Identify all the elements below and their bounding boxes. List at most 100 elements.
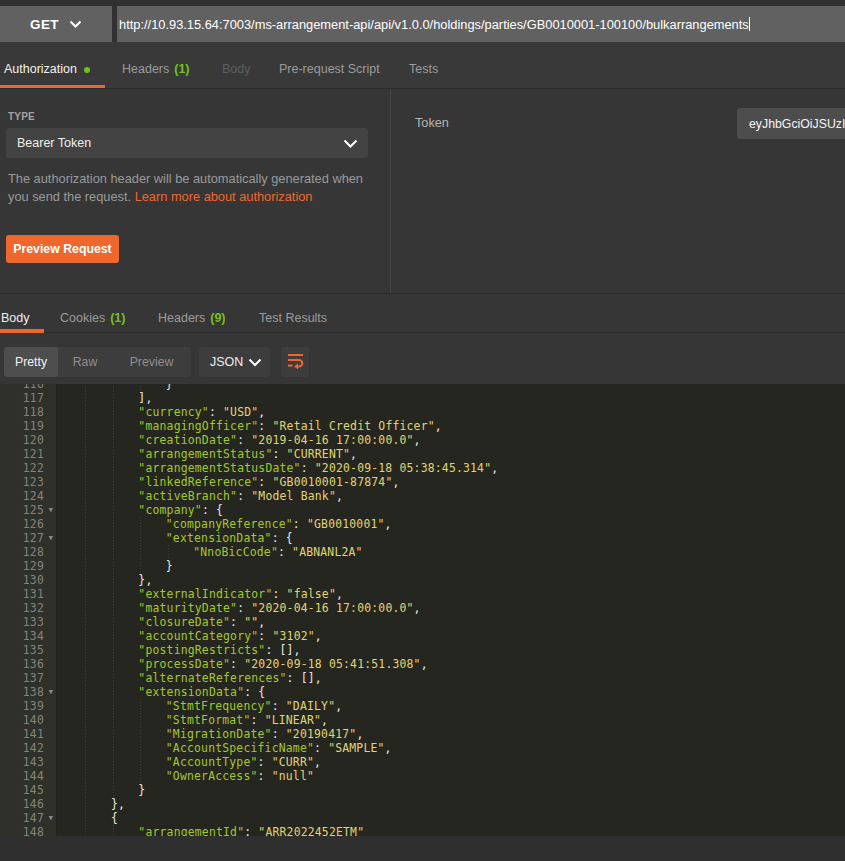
indent-guide [113,741,114,755]
tab-prerequest-script[interactable]: Pre-request Script [279,48,380,90]
indent-guide [113,531,114,545]
line-number: 119 [0,419,44,433]
view-mode-preview[interactable]: Preview [112,347,191,377]
code-line-text: }, [111,797,125,811]
fold-arrow-icon[interactable]: ▾ [45,685,57,698]
indent-guide [85,769,86,783]
indent-guide [140,384,141,391]
code-line-121: 121"arrangementStatus": "CURRENT", [0,447,845,461]
line-number: 143 [0,755,44,769]
fold-arrow-icon[interactable]: ▾ [45,811,57,824]
line-number: 148 [0,825,44,836]
code-line-text: "maturityDate": "2020-04-16 17:00:00.0", [138,601,420,615]
response-tab-body-label: Body [1,311,30,325]
response-tab-headers-label: Headers [158,311,205,325]
indent-guide [85,517,86,531]
line-number: 130 [0,573,44,587]
indent-guide [85,825,86,836]
response-tabs: Body Cookies (1) Headers (9) Test Result… [0,294,845,333]
line-number: 123 [0,475,44,489]
code-line-text: "managingOfficer": "Retail Credit Office… [138,419,442,433]
auth-type-select[interactable]: Bearer Token [6,128,368,158]
code-line-text: }, [138,573,152,587]
code-line-119: 119 "managingOfficer": "Retail Credit Off… [0,419,845,433]
view-mode-raw[interactable]: Raw [58,347,112,377]
tab-prerequest-script-label: Pre-request Script [279,62,380,76]
response-body-viewer[interactable]: 116}117],118"currency": "USD",119"managi… [0,384,845,836]
token-input[interactable]: eyJhbGciOiJSUzI1 [737,108,845,139]
horizontal-scrollbar-track[interactable] [0,836,845,861]
auth-help-line1: The authorization header will be automat… [8,171,363,186]
indent-guide [85,811,86,825]
indent-guide [113,405,114,419]
indent-guide [85,713,86,727]
indent-guide [85,727,86,741]
indent-guide [140,517,141,531]
tab-body[interactable]: Body [222,48,251,90]
line-number: 117 [0,391,44,405]
learn-more-link[interactable]: Learn more about authorization [135,189,313,204]
tab-headers[interactable]: Headers (1) [122,48,190,90]
tab-headers-label: Headers [122,62,169,76]
format-select[interactable]: JSON [199,347,270,377]
code-line-140: 140"StmtFormat": "LINEAR", [0,713,845,727]
format-select-value: JSON [199,355,243,369]
tab-authorization[interactable]: Authorization [4,48,90,90]
indent-guide [85,615,86,629]
response-tab-headers-count: (9) [210,311,225,325]
indent-guide [85,433,86,447]
line-number: 134 [0,629,44,643]
view-mode-pretty[interactable]: Pretty [4,347,58,377]
indent-guide [113,461,114,475]
response-tab-headers[interactable]: Headers (9) [158,297,226,339]
response-tab-test-results-label: Test Results [259,311,327,325]
indent-guide [113,587,114,601]
code-line-138: 138▾"extensionData": { [0,685,845,699]
tab-tests[interactable]: Tests [409,48,438,90]
line-number: 116 [0,384,44,391]
indent-guide [85,629,86,643]
indent-guide [85,699,86,713]
code-line-text: "NnoBicCode": "ABNANL2A" [193,545,362,559]
indent-guide [140,769,141,783]
line-number: 132 [0,601,44,615]
method-selector[interactable]: GET [0,6,112,42]
code-line-116: 116} [0,384,845,391]
text-cursor [749,17,750,31]
code-line-127: 127▾ "extensionData": { [0,531,845,545]
indent-guide [113,643,114,657]
line-number: 146 [0,797,44,811]
code-line-124: 124"activeBranch": "Model Bank", [0,489,845,503]
code-line-text: "accountCategory": "3102", [138,629,322,643]
code-line-147: 147▾{ [0,811,845,825]
line-number: 139 [0,699,44,713]
indent-guide [113,489,114,503]
code-line-text: "arrangementId": "ARR2022452ETM" [138,825,364,836]
code-line-text: "StmtFrequency": "DAILY", [166,699,342,713]
request-url-bar: GET http://10.93.15.64:7003/ms-arrangeme… [0,0,845,42]
code-line-129: 129} [0,559,845,573]
active-tab-underline [0,85,105,88]
request-tabs: Authorization Headers (1) Body Pre-reque… [0,42,845,89]
indent-guide [113,769,114,783]
indent-guide [113,419,114,433]
preview-request-button[interactable]: Preview Request [6,235,119,263]
code-line-126: 126"companyReference": "GB0010001", [0,517,845,531]
line-number: 127 [0,531,44,545]
line-number: 128 [0,545,44,559]
response-tab-cookies[interactable]: Cookies (1) [60,297,125,339]
wrap-text-button[interactable] [281,347,309,377]
code-line-120: 120"creationDate": "2019-04-16 17:00:00.… [0,433,845,447]
indent-guide [85,573,86,587]
response-tab-test-results[interactable]: Test Results [259,297,327,339]
indent-guide [85,545,86,559]
indent-guide [168,545,169,559]
view-mode-switch: Pretty Raw Preview [4,347,191,377]
code-line-text: "OwnerAccess": "null" [166,769,314,783]
fold-arrow-icon[interactable]: ▾ [45,503,57,516]
indent-guide [85,391,86,405]
response-toolbar: Pretty Raw Preview JSON [0,334,845,384]
code-line-text: "extensionData": { [166,531,293,545]
url-input[interactable]: http://10.93.15.64:7003/ms-arrangement-a… [117,6,845,42]
fold-arrow-icon[interactable]: ▾ [45,531,57,544]
